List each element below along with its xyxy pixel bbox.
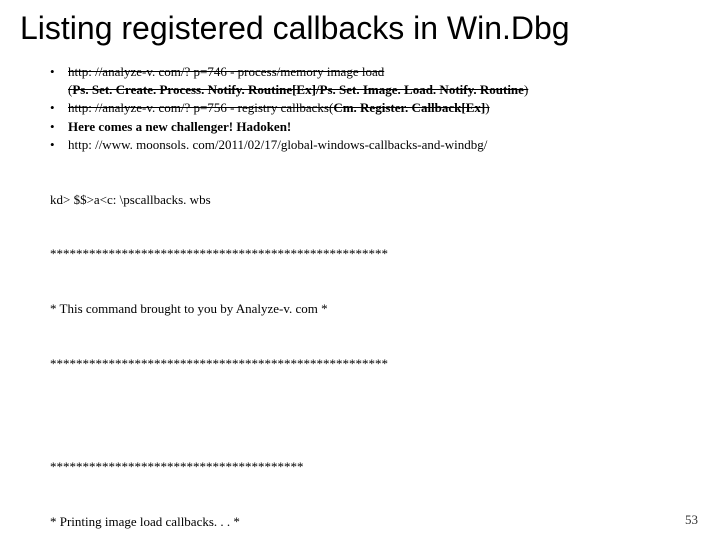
bullet-1-line2-close: )	[524, 82, 528, 97]
bullet-4: http: //www. moonsols. com/2011/02/17/gl…	[50, 136, 700, 154]
slide: Listing registered callbacks in Win.Dbg …	[0, 0, 720, 540]
image-load-line: * Printing image load callbacks. . . *	[50, 513, 700, 531]
bullet-list: http: //analyze-v. com/? p=746 - process…	[20, 63, 700, 154]
brought-by-line: * This command brought to you by Analyze…	[50, 300, 700, 318]
slide-title: Listing registered callbacks in Win.Dbg	[20, 10, 700, 47]
bullet-2-bold: Cm. Register. Callback[Ex]	[333, 100, 485, 115]
console-output: kd> $$>a<c: \pscallbacks. wbs **********…	[20, 156, 700, 540]
bullet-4-text: http: //www. moonsols. com/2011/02/17/gl…	[68, 137, 487, 152]
star-line-2: ****************************************…	[50, 355, 700, 373]
bullet-3-text: Here comes a new challenger! Hadoken!	[68, 119, 291, 134]
kd-command-line: kd> $$>a<c: \pscallbacks. wbs	[50, 191, 700, 209]
bullet-2-post: )	[485, 100, 489, 115]
bullet-2-pre: http: //analyze-v. com/? p=756 - registr…	[68, 100, 333, 115]
star-line-3: ***************************************	[50, 458, 700, 476]
bullet-3: Here comes a new challenger! Hadoken!	[50, 118, 700, 136]
bullet-1: http: //analyze-v. com/? p=746 - process…	[50, 63, 700, 98]
star-line-1: ****************************************…	[50, 245, 700, 263]
bullet-1-line1: http: //analyze-v. com/? p=746 - process…	[68, 64, 384, 79]
spacer	[50, 409, 700, 423]
bullet-1-line2-bold: Ps. Set. Create. Process. Notify. Routin…	[72, 82, 524, 97]
page-number: 53	[685, 512, 698, 528]
bullet-2: http: //analyze-v. com/? p=756 - registr…	[50, 99, 700, 117]
